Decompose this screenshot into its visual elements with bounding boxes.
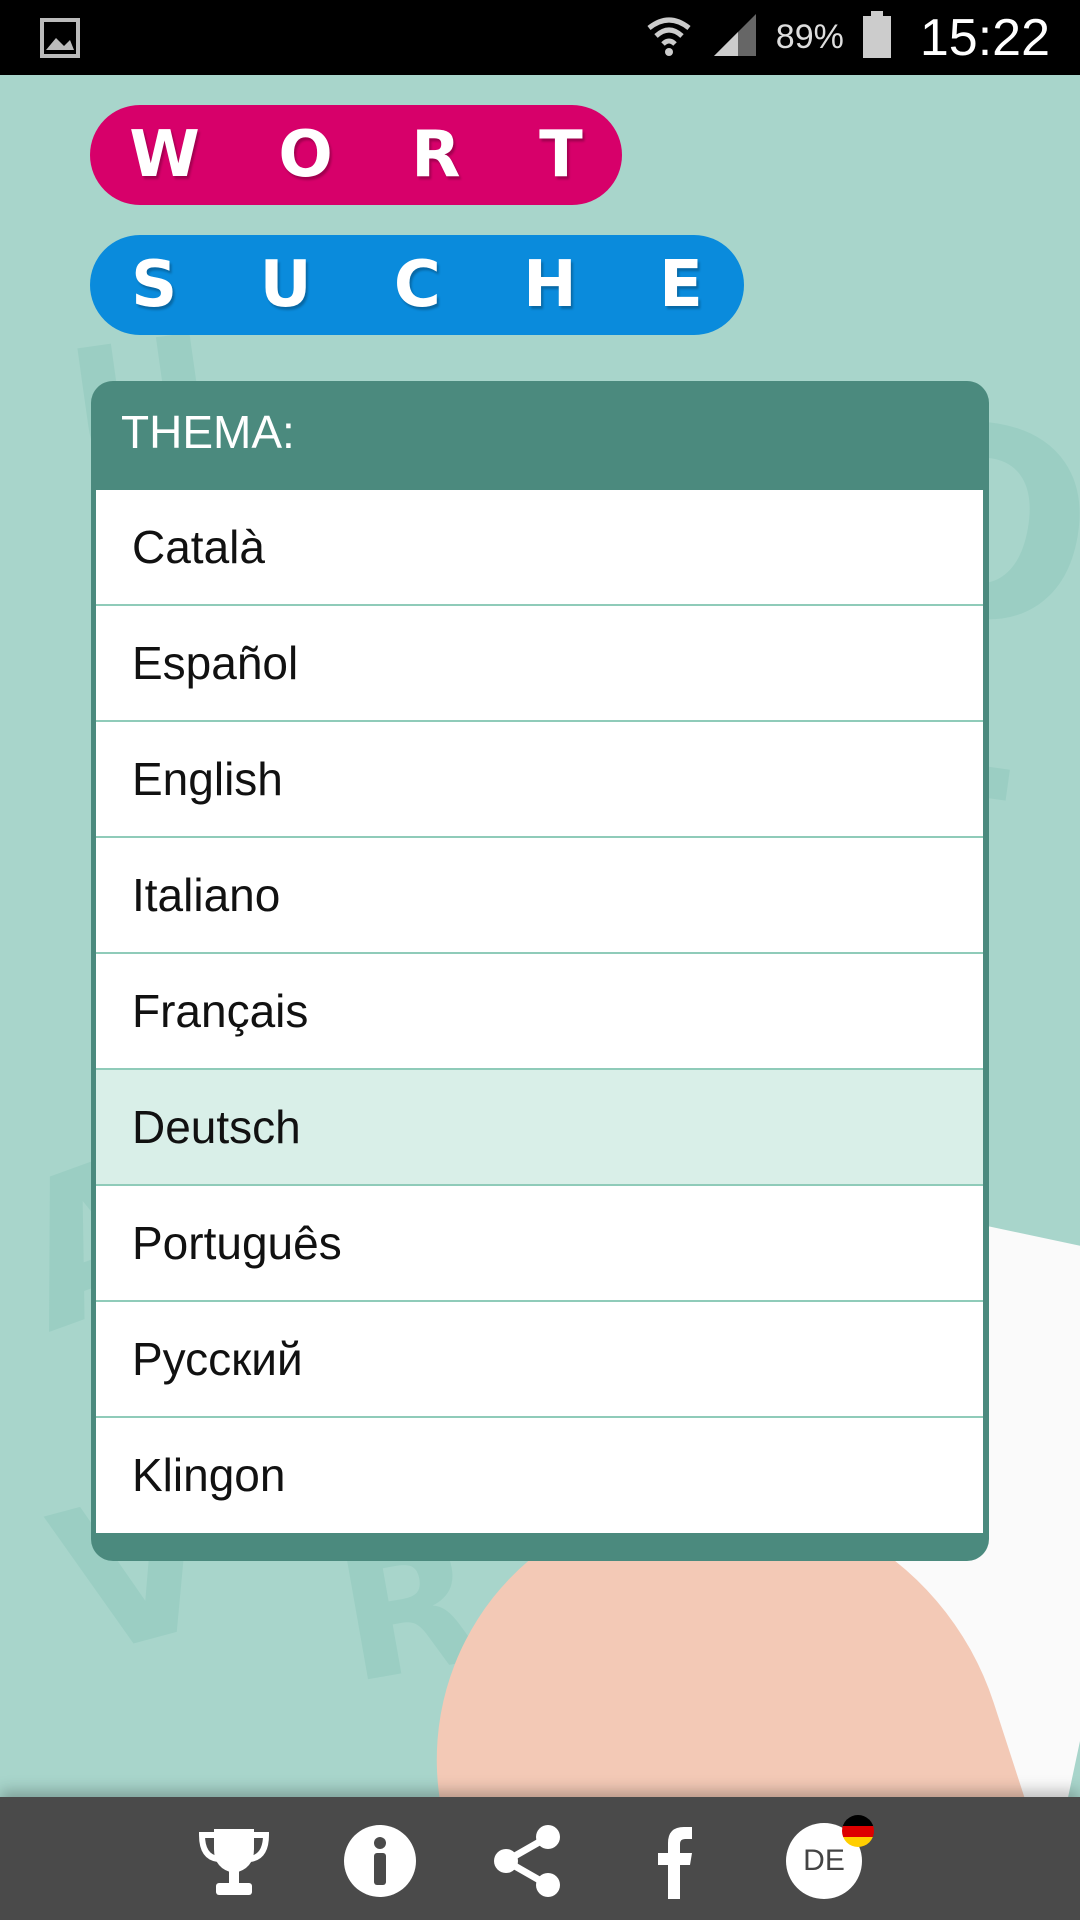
bottom-toolbar: DE: [0, 1797, 1080, 1920]
title-letter: S: [131, 248, 178, 322]
title-word-wort: W O R T: [90, 105, 622, 205]
facebook-icon: [658, 1827, 692, 1899]
language-button[interactable]: DE: [786, 1815, 874, 1899]
share-icon: [494, 1825, 560, 1897]
language-item-catala[interactable]: Català: [96, 490, 983, 606]
language-item-italiano[interactable]: Italiano: [96, 838, 983, 954]
german-flag-icon: [842, 1815, 874, 1847]
title-letter: T: [539, 118, 583, 192]
language-item-klingon[interactable]: Klingon: [96, 1418, 983, 1532]
title-letter: E: [659, 248, 703, 322]
panel-title: THEMA:: [121, 406, 295, 458]
status-bar: 89% 15:22: [0, 0, 1080, 75]
info-icon: [344, 1825, 416, 1897]
facebook-button[interactable]: [636, 1823, 712, 1899]
language-item-english[interactable]: English: [96, 722, 983, 838]
trophy-icon: [198, 1829, 270, 1895]
language-item-portugues[interactable]: Português: [96, 1186, 983, 1302]
title-letter: C: [393, 248, 441, 322]
battery-percent: 89%: [775, 18, 844, 56]
share-button[interactable]: [490, 1823, 566, 1899]
title-word-suche: S U C H E: [90, 235, 744, 335]
clock: 15:22: [919, 8, 1050, 67]
info-button[interactable]: [342, 1823, 418, 1899]
title-letter: R: [411, 118, 461, 192]
language-item-espanol[interactable]: Español: [96, 606, 983, 722]
title-letter: O: [278, 118, 333, 192]
language-item-francais[interactable]: Français: [96, 954, 983, 1070]
title-letter: W: [129, 118, 200, 192]
language-icon: DE: [786, 1815, 874, 1899]
trophy-button[interactable]: [196, 1823, 272, 1899]
language-list: Català Español English Italiano Français…: [96, 490, 983, 1533]
language-item-deutsch[interactable]: Deutsch: [96, 1070, 983, 1186]
wifi-icon: [644, 10, 694, 65]
signal-icon: [712, 12, 758, 63]
image-notification-icon: [40, 18, 80, 58]
title-letter: U: [259, 248, 312, 322]
title-letter: H: [523, 248, 577, 322]
topic-panel: THEMA: Català Español English Italiano F…: [91, 381, 989, 1561]
language-code: DE: [803, 1844, 845, 1877]
battery-icon: [862, 10, 892, 65]
language-item-russkiy[interactable]: Русский: [96, 1302, 983, 1418]
